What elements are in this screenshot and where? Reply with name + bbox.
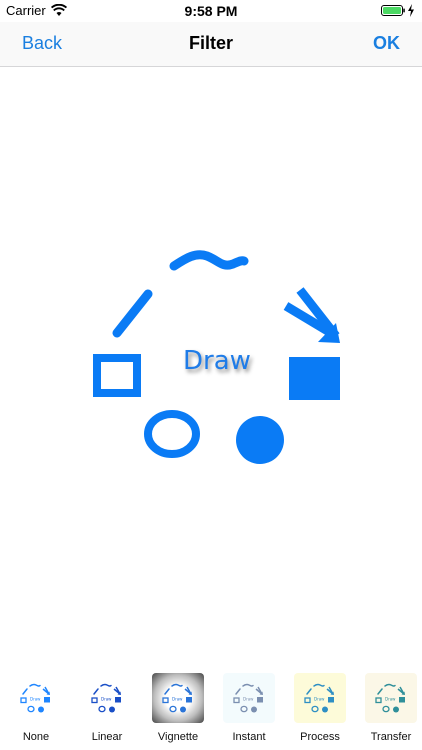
drawing-canvas[interactable]: Draw bbox=[0, 67, 422, 667]
filter-option-process[interactable]: Process bbox=[292, 673, 348, 749]
line-shape bbox=[112, 289, 153, 338]
filter-label: Instant bbox=[232, 731, 266, 743]
battery-icon bbox=[381, 5, 405, 16]
filter-thumbnail bbox=[294, 673, 346, 723]
filter-option-vignette[interactable]: Vignette bbox=[150, 673, 206, 749]
charging-bolt-icon bbox=[408, 4, 414, 17]
arrow-shape bbox=[283, 287, 340, 343]
filter-thumbnail bbox=[81, 673, 133, 723]
filter-label: None bbox=[22, 731, 50, 743]
filter-label: Process bbox=[300, 731, 340, 743]
filter-thumbnail bbox=[365, 673, 417, 723]
filter-label: Linear bbox=[91, 731, 123, 743]
status-bar: Carrier 9:58 PM bbox=[0, 0, 422, 22]
filter-thumbnail bbox=[10, 673, 62, 723]
status-time: 9:58 PM bbox=[184, 3, 238, 19]
filled-circle-shape bbox=[236, 416, 284, 464]
filter-option-transfer[interactable]: Transfer bbox=[363, 673, 419, 749]
page-title: Filter bbox=[188, 33, 233, 53]
ok-button[interactable]: OK bbox=[373, 33, 400, 54]
draw-text: Draw bbox=[183, 346, 251, 376]
navigation-bar: Back Filter OK bbox=[0, 22, 422, 67]
filter-thumbnail bbox=[152, 673, 204, 723]
filter-label: Transfer bbox=[370, 731, 412, 743]
squiggle-shape bbox=[169, 250, 249, 271]
filter-thumbnail bbox=[223, 673, 275, 723]
back-button[interactable]: Back bbox=[22, 33, 62, 54]
filter-bar: None Linear Vignette Instant Process Tra… bbox=[0, 667, 422, 750]
outlined-square-shape bbox=[93, 354, 141, 397]
filter-option-instant[interactable]: Instant bbox=[221, 673, 277, 749]
filter-label: Vignette bbox=[157, 731, 199, 743]
filter-option-none[interactable]: None bbox=[8, 673, 64, 749]
outlined-ellipse-shape bbox=[144, 410, 200, 458]
filled-square-shape bbox=[289, 357, 340, 400]
filter-option-linear[interactable]: Linear bbox=[79, 673, 135, 749]
